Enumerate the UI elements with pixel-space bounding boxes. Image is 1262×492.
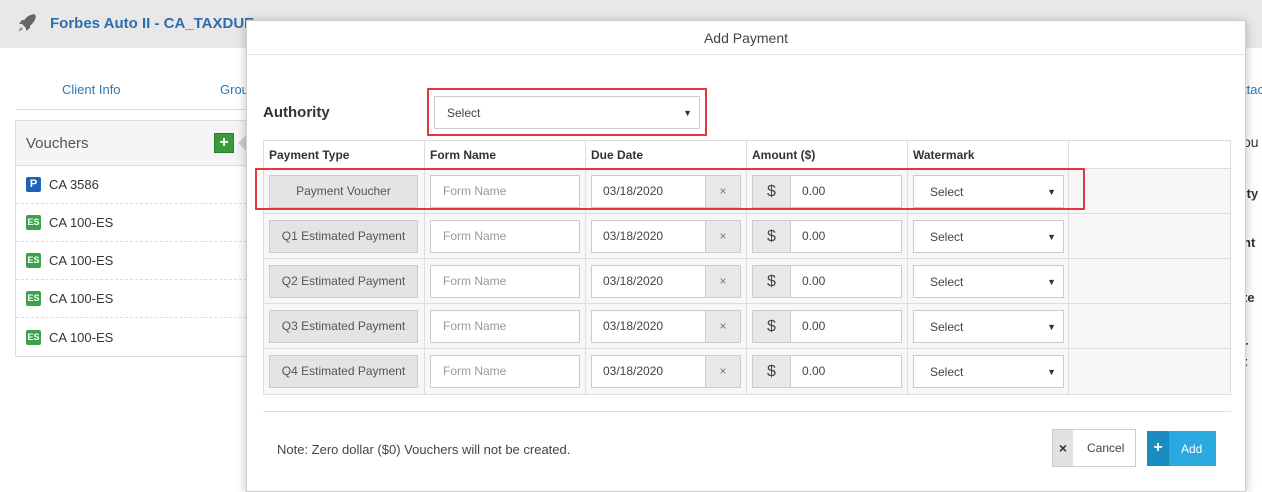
dollar-icon: $ [752, 175, 790, 208]
amount-input[interactable]: 0.00 [790, 175, 902, 208]
caret-down-icon: ▼ [1047, 366, 1056, 377]
due-date-input[interactable]: 03/18/2020 [591, 265, 706, 298]
tab-client-info[interactable]: Client Info [62, 82, 121, 97]
watermark-select-value: Select [930, 184, 964, 199]
form-name-input[interactable]: Form Name [430, 220, 580, 253]
watermark-select[interactable]: Select ▼ [913, 310, 1064, 343]
watermark-select-value: Select [930, 319, 964, 334]
due-date-input[interactable]: 03/18/2020 [591, 310, 706, 343]
clear-date-icon[interactable]: × [706, 175, 741, 208]
payment-type: Q4 Estimated Payment [269, 355, 418, 388]
voucher-badge: ES [26, 291, 41, 306]
form-name-input[interactable]: Form Name [430, 355, 580, 388]
caret-down-icon: ▼ [1047, 186, 1056, 197]
zero-dollar-note: Note: Zero dollar ($0) Vouchers will not… [277, 442, 571, 457]
voucher-label: CA 100-ES [49, 253, 114, 268]
authority-label: Authority [263, 104, 330, 121]
voucher-badge: P [26, 177, 41, 192]
payment-type: Q2 Estimated Payment [269, 265, 418, 298]
column-header [1069, 141, 1230, 168]
dollar-icon: $ [752, 310, 790, 343]
column-header: Due Date [586, 141, 747, 168]
add-payment-dialog: Add Payment Authority Select ▼ Payment T… [246, 20, 1246, 492]
voucher-badge: ES [26, 329, 41, 345]
payment-type: Payment Voucher [269, 175, 418, 208]
clear-date-icon[interactable]: × [706, 265, 741, 298]
table-row: Q4 Estimated Payment Form Name 03/18/202… [264, 349, 1230, 394]
table-row: Q3 Estimated Payment Form Name 03/18/202… [264, 304, 1230, 349]
watermark-select-value: Select [930, 229, 964, 244]
watermark-select[interactable]: Select ▼ [913, 265, 1064, 298]
amount-input[interactable]: 0.00 [790, 355, 902, 388]
cancel-label: Cancel [1087, 441, 1125, 455]
voucher-item[interactable]: ES CA 100-ES [16, 318, 247, 356]
vouchers-header: Vouchers + [16, 121, 247, 166]
payment-type: Q3 Estimated Payment [269, 310, 418, 343]
add-button[interactable]: + Add [1147, 431, 1216, 466]
watermark-select[interactable]: Select ▼ [913, 175, 1064, 208]
due-date-input[interactable]: 03/18/2020 [591, 220, 706, 253]
voucher-label: CA 100-ES [49, 215, 114, 230]
dollar-icon: $ [752, 265, 790, 298]
watermark-select-value: Select [930, 364, 964, 379]
clear-date-icon[interactable]: × [706, 220, 741, 253]
form-name-input[interactable]: Form Name [430, 310, 580, 343]
due-date-input[interactable]: 03/18/2020 [591, 355, 706, 388]
clear-date-icon[interactable]: × [706, 310, 741, 343]
close-icon: × [1053, 430, 1073, 466]
column-header: Watermark [908, 141, 1069, 168]
app-title[interactable]: Forbes Auto II - CA_TAXDUE [50, 15, 254, 32]
amount-input[interactable]: 0.00 [790, 220, 902, 253]
amount-input[interactable]: 0.00 [790, 265, 902, 298]
watermark-select-value: Select [930, 274, 964, 289]
dialog-title: Add Payment [247, 21, 1245, 55]
column-header: Payment Type [264, 141, 425, 168]
dollar-icon: $ [752, 220, 790, 253]
table-row: Q2 Estimated Payment Form Name 03/18/202… [264, 259, 1230, 304]
caret-down-icon: ▼ [1047, 276, 1056, 287]
due-date-input[interactable]: 03/18/2020 [591, 175, 706, 208]
tab-groups[interactable]: Grou [220, 82, 249, 97]
vouchers-panel: Vouchers + P CA 3586 ES CA 100-ES ES CA … [15, 120, 248, 357]
watermark-select[interactable]: Select ▼ [913, 355, 1064, 388]
cancel-button[interactable]: × Cancel [1052, 429, 1136, 467]
form-name-input[interactable]: Form Name [430, 265, 580, 298]
watermark-select[interactable]: Select ▼ [913, 220, 1064, 253]
payment-type: Q1 Estimated Payment [269, 220, 418, 253]
vouchers-title: Vouchers [26, 135, 89, 152]
voucher-item[interactable]: P CA 3586 [16, 166, 247, 204]
plus-icon: + [1147, 431, 1169, 466]
column-header: Form Name [425, 141, 586, 168]
add-label: Add [1181, 441, 1203, 456]
caret-down-icon: ▼ [683, 107, 692, 118]
plus-icon: + [219, 134, 229, 151]
column-header: Amount ($) [747, 141, 908, 168]
voucher-label: CA 3586 [49, 177, 99, 192]
amount-input[interactable]: 0.00 [790, 310, 902, 343]
table-row: Q1 Estimated Payment Form Name 03/18/202… [264, 214, 1230, 259]
caret-down-icon: ▼ [1047, 321, 1056, 332]
dollar-icon: $ [752, 355, 790, 388]
voucher-item[interactable]: ES CA 100-ES [16, 242, 247, 280]
voucher-label: CA 100-ES [49, 329, 114, 345]
voucher-label: CA 100-ES [49, 291, 114, 306]
voucher-item[interactable]: ES CA 100-ES [16, 280, 247, 318]
payment-table: Payment Type Form Name Due Date Amount (… [263, 140, 1231, 395]
footer-divider [263, 411, 1231, 412]
form-name-input[interactable]: Form Name [430, 175, 580, 208]
authority-select[interactable]: Select ▼ [434, 96, 700, 129]
add-voucher-button[interactable]: + [214, 133, 234, 153]
table-row: Payment Voucher Form Name 03/18/2020 × $… [264, 169, 1230, 214]
clear-date-icon[interactable]: × [706, 355, 741, 388]
table-header: Payment Type Form Name Due Date Amount (… [264, 141, 1230, 169]
voucher-badge: ES [26, 253, 41, 268]
tab-underline [16, 109, 248, 110]
voucher-badge: ES [26, 215, 41, 230]
voucher-item[interactable]: ES CA 100-ES [16, 204, 247, 242]
rocket-icon [18, 14, 36, 32]
caret-down-icon: ▼ [1047, 231, 1056, 242]
authority-select-value: Select [447, 105, 481, 120]
